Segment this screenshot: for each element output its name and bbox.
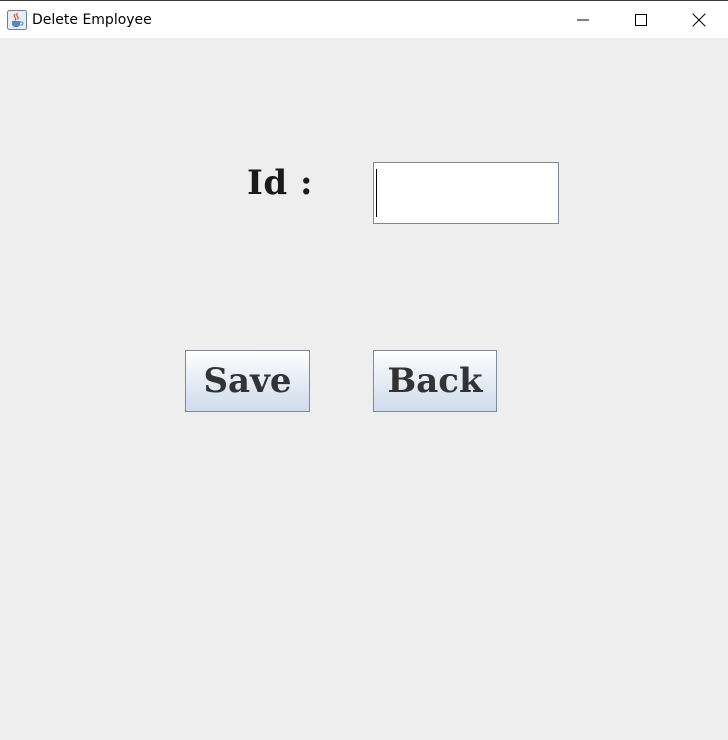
close-icon xyxy=(692,13,706,26)
maximize-button[interactable] xyxy=(612,1,670,38)
save-button[interactable]: Save xyxy=(185,350,310,412)
minimize-icon xyxy=(577,19,589,20)
java-cup-icon xyxy=(7,10,27,30)
minimize-button[interactable] xyxy=(554,1,612,38)
text-caret xyxy=(376,169,377,217)
id-label: Id : xyxy=(247,163,314,203)
form-panel: Id : Save Back xyxy=(0,38,728,740)
title-bar: Delete Employee xyxy=(0,0,728,38)
close-button[interactable] xyxy=(670,1,728,38)
window-title: Delete Employee xyxy=(32,12,152,28)
id-input[interactable] xyxy=(373,162,559,224)
maximize-icon xyxy=(635,13,647,26)
back-button[interactable]: Back xyxy=(373,350,497,412)
